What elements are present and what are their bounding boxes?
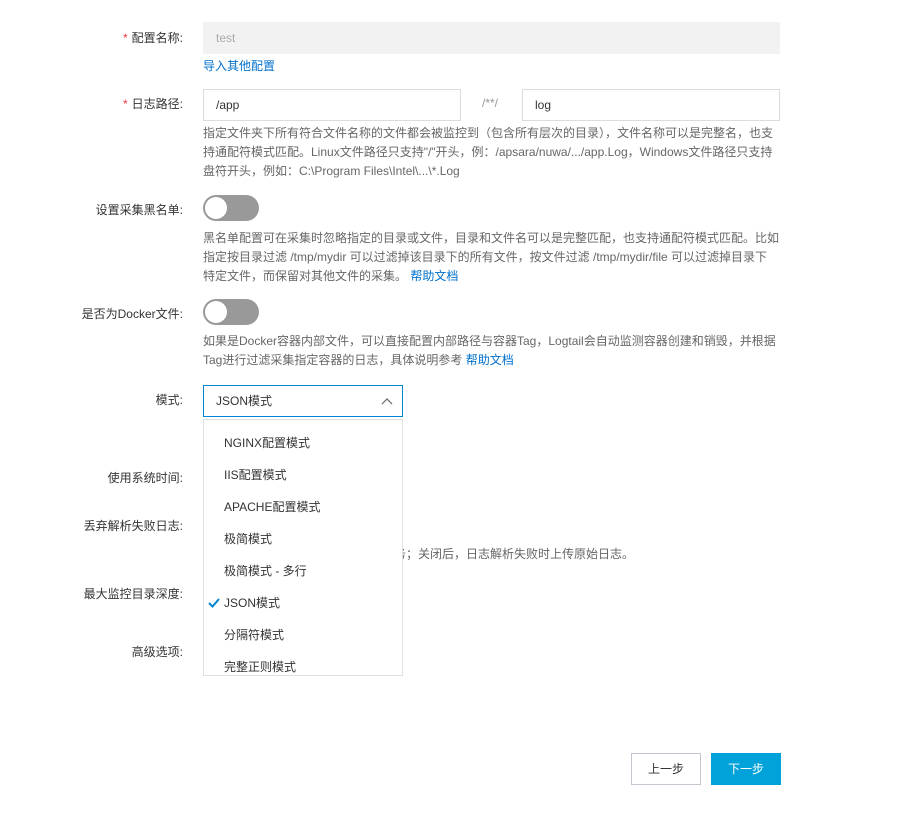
max-depth-label: 最大监控目录深度: xyxy=(83,587,183,601)
mode-option[interactable]: 极简模式 xyxy=(224,531,272,547)
mode-option[interactable]: 极简模式 - 多行 xyxy=(224,563,307,579)
mode-dropdown-menu: NGINX配置模式 IIS配置模式 APACHE配置模式 极简模式 极简模式 -… xyxy=(203,419,403,676)
toggle-knob xyxy=(205,197,227,219)
system-time-label: 使用系统时间: xyxy=(107,471,183,485)
import-config-link[interactable]: 导入其他配置 xyxy=(203,57,275,74)
log-file-input[interactable]: log xyxy=(522,89,780,121)
path-separator: /**/ xyxy=(482,96,499,110)
advanced-label: 高级选项: xyxy=(131,645,183,659)
discard-failed-label: 丢弃解析失败日志: xyxy=(83,519,183,533)
config-name-input[interactable]: test xyxy=(203,22,780,54)
docker-help-link[interactable]: 帮助文档 xyxy=(466,353,514,367)
mode-select[interactable]: JSON模式 xyxy=(203,385,403,417)
discard-failed-help: 志服务；关闭后，日志解析失败时上传原始日志。 xyxy=(370,547,635,561)
log-path-label: * 日志路径: xyxy=(122,97,183,111)
docker-help: 如果是Docker容器内部文件，可以直接配置内部路径与容器Tag，Logtail… xyxy=(203,334,776,367)
mode-option-selected[interactable]: JSON模式 xyxy=(224,595,280,611)
blacklist-label: 设置采集黑名单: xyxy=(95,203,183,217)
blacklist-help: 黑名单配置可在采集时忽略指定的目录或文件，目录和文件名可以是完整匹配，也支持通配… xyxy=(203,231,780,283)
toggle-knob xyxy=(205,301,227,323)
log-dir-input[interactable]: /app xyxy=(203,89,461,121)
mode-label: 模式: xyxy=(155,393,183,407)
required-mark: * xyxy=(122,31,128,45)
required-mark: * xyxy=(122,97,128,111)
check-icon xyxy=(208,598,220,608)
mode-option[interactable]: IIS配置模式 xyxy=(224,467,287,483)
mode-option[interactable]: APACHE配置模式 xyxy=(224,499,320,515)
next-step-button[interactable]: 下一步 xyxy=(711,753,781,785)
docker-label: 是否为Docker文件: xyxy=(81,307,183,321)
mode-option[interactable]: 分隔符模式 xyxy=(224,627,284,643)
mode-selected-value: JSON模式 xyxy=(216,394,273,408)
mode-option[interactable]: NGINX配置模式 xyxy=(224,435,310,451)
log-path-help: 指定文件夹下所有符合文件名称的文件都会被监控到（包含所有层次的目录），文件名称可… xyxy=(203,126,774,178)
chevron-up-icon xyxy=(381,398,393,405)
blacklist-help-link[interactable]: 帮助文档 xyxy=(410,269,458,283)
docker-toggle[interactable] xyxy=(203,299,259,325)
prev-step-button[interactable]: 上一步 xyxy=(631,753,701,785)
config-name-label: * 配置名称: xyxy=(122,31,183,45)
blacklist-toggle[interactable] xyxy=(203,195,259,221)
mode-option[interactable]: 完整正则模式 xyxy=(224,659,296,675)
